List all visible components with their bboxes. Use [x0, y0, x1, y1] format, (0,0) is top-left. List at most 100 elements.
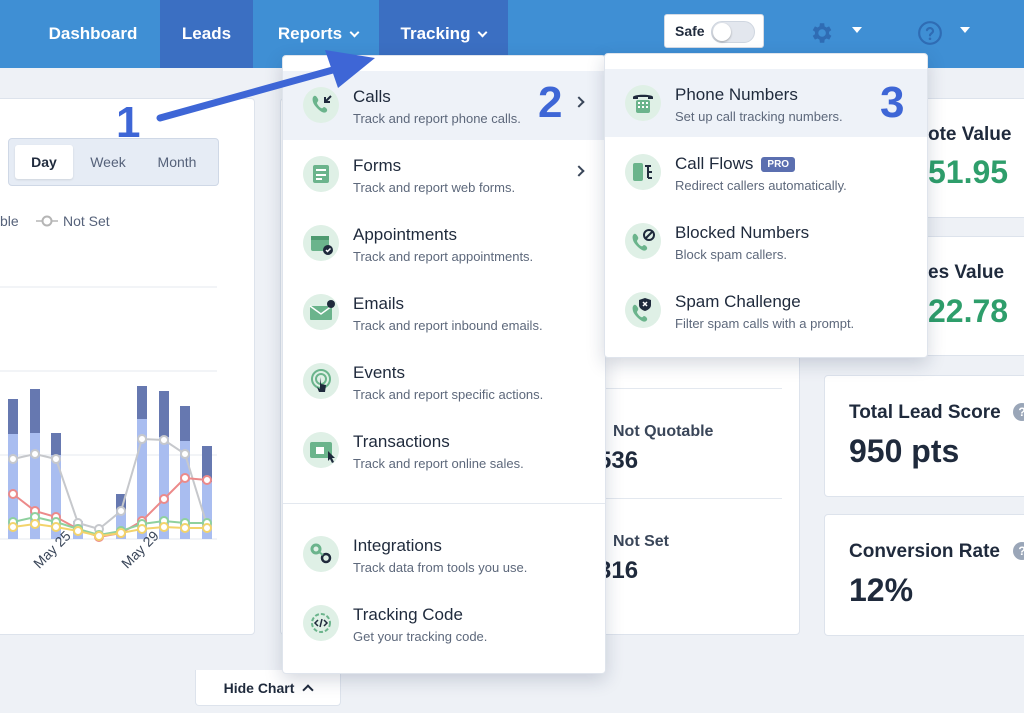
menu-desc: Track and report appointments. [353, 249, 534, 264]
conversion-label: Conversion Rate [849, 541, 1000, 562]
range-day-button[interactable]: Day [15, 145, 73, 179]
menu-title: Transactions [353, 432, 450, 451]
email-icon [303, 294, 339, 330]
integrations-icon [303, 536, 339, 572]
gear-icon[interactable] [808, 20, 834, 46]
settings-caret-icon[interactable] [852, 27, 862, 33]
quote-value: 51.95 [928, 154, 1009, 190]
cart-icon [303, 432, 339, 468]
menu-item-appointments[interactable]: Appointments Track and report appointmen… [283, 209, 605, 278]
range-week-button[interactable]: Week [77, 145, 139, 179]
not-set-label: Not Set [613, 533, 669, 550]
submenu-desc: Block spam callers. [675, 247, 787, 262]
calendar-icon [303, 225, 339, 261]
form-icon [303, 156, 339, 192]
chart-point [30, 449, 40, 459]
chart-point [51, 454, 61, 464]
menu-desc: Track data from tools you use. [353, 560, 528, 575]
conversion-value: 12% [849, 572, 914, 608]
range-month-label: Month [157, 154, 197, 170]
chart-series-line [12, 522, 207, 538]
chart-point [137, 434, 147, 444]
range-day-label: Day [31, 154, 57, 170]
menu-title: Integrations [353, 536, 442, 555]
chart-point [159, 522, 169, 532]
menu-desc: Track and report phone calls. [353, 111, 521, 126]
chevron-down-icon [349, 27, 360, 37]
menu-desc: Track and report inbound emails. [353, 318, 543, 333]
chart-point [30, 519, 40, 529]
chart-point [116, 506, 126, 516]
submenu-item-call-flows[interactable]: Call Flows PRO Redirect callers automatic… [605, 138, 927, 207]
call-flows-label: Call Flows [675, 154, 754, 173]
lead-score-label: Total Lead Score [849, 402, 1001, 423]
submenu-title: Call Flows PRO [675, 154, 796, 174]
chart-point [180, 473, 190, 483]
menu-item-transactions[interactable]: Transactions Track and report online sal… [283, 416, 605, 485]
call-flow-icon [625, 154, 661, 190]
chevron-up-icon [302, 684, 315, 696]
menu-item-tracking-code[interactable]: Tracking Code Get your tracking code. [283, 589, 605, 658]
chevron-right-icon [573, 165, 585, 177]
shield-phone-icon [625, 292, 661, 328]
phone-icon [303, 87, 339, 123]
step-number-3: 3 [880, 78, 905, 127]
hide-chart-label: Hide Chart [223, 679, 295, 696]
lead-score-help-icon[interactable]: ? [1013, 403, 1024, 421]
nav-dashboard[interactable]: Dashboard [30, 0, 156, 68]
safe-mode-toggle[interactable]: Safe [664, 14, 764, 48]
chart-point [8, 454, 18, 464]
menu-title: Calls [353, 87, 391, 106]
range-week-label: Week [90, 154, 126, 170]
code-icon [303, 605, 339, 641]
nav-tracking-label: Tracking [400, 24, 471, 43]
chart-point [180, 449, 190, 459]
legend-not-set-marker[interactable] [36, 213, 58, 229]
touch-icon [303, 363, 339, 399]
menu-desc: Track and report online sales. [353, 456, 524, 471]
divider [605, 388, 782, 389]
submenu-desc: Filter spam calls with a prompt. [675, 316, 855, 331]
help-icon[interactable] [917, 20, 943, 46]
menu-item-integrations[interactable]: Integrations Track data from tools you u… [283, 520, 605, 589]
chart-point [94, 531, 104, 541]
nav-leads[interactable]: Leads [160, 0, 253, 68]
menu-item-emails[interactable]: Emails Track and report inbound emails. [283, 278, 605, 347]
chart-point [202, 475, 212, 485]
conversion-help-icon[interactable]: ? [1013, 542, 1024, 560]
tracking-menu: Calls Track and report phone calls. Form… [282, 55, 606, 674]
chevron-down-icon [478, 27, 488, 37]
range-selector: Day Week Month [8, 138, 219, 186]
submenu-item-blocked-numbers[interactable]: Blocked Numbers Block spam callers. [605, 207, 927, 276]
range-month-button[interactable]: Month [143, 145, 211, 179]
not-quotable-label: Not Quotable [613, 423, 714, 440]
leads-chart [0, 286, 217, 542]
quote-value-label: ote Value [928, 124, 1012, 145]
legend-partial-label: ble [0, 213, 19, 229]
chart-point [159, 435, 169, 445]
submenu-desc: Redirect callers automatically. [675, 178, 847, 193]
nav-leads-label: Leads [181, 24, 232, 43]
step-number-1: 1 [116, 98, 141, 147]
submenu-title: Phone Numbers [675, 85, 798, 104]
chart-point [180, 523, 190, 533]
submenu-item-phone-numbers[interactable]: Phone Numbers Set up call tracking numbe… [605, 69, 927, 137]
legend-not-set-label[interactable]: Not Set [63, 213, 110, 229]
chevron-right-icon [573, 96, 585, 108]
menu-desc: Track and report specific actions. [353, 387, 544, 402]
sales-value: 22.78 [928, 293, 1009, 329]
menu-item-events[interactable]: Events Track and report specific actions… [283, 347, 605, 416]
menu-title: Tracking Code [353, 605, 463, 624]
lead-score-value: 950 pts [849, 433, 960, 469]
blocked-phone-icon [625, 223, 661, 259]
help-caret-icon[interactable] [960, 27, 970, 33]
safe-switch[interactable] [711, 21, 755, 43]
chart-point [159, 494, 169, 504]
submenu-item-spam-challenge[interactable]: Spam Challenge Filter spam calls with a … [605, 276, 927, 345]
submenu-title: Blocked Numbers [675, 223, 810, 242]
menu-item-forms[interactable]: Forms Track and report web forms. [283, 140, 605, 209]
hide-chart-button[interactable]: Hide Chart [195, 670, 341, 706]
chart-point [8, 522, 18, 532]
sales-value-label: es Value [928, 262, 1005, 283]
menu-title: Forms [353, 156, 402, 175]
